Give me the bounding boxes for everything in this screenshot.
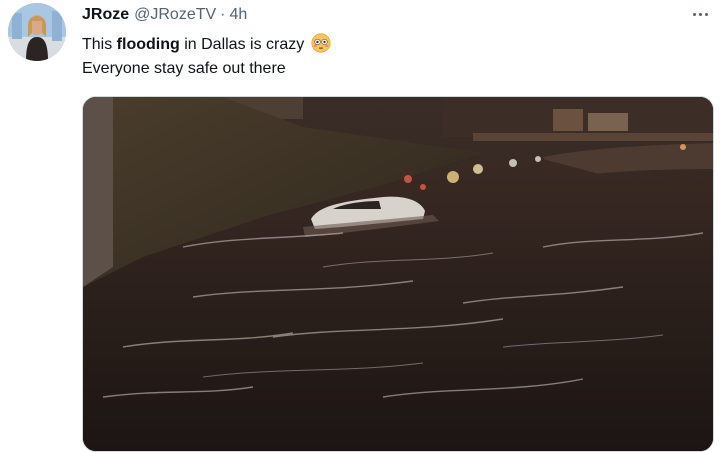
tweet-text-line-1: This flooding in Dallas is crazy <box>82 33 331 57</box>
tweet-timestamp[interactable]: 4h <box>230 6 248 24</box>
tweet-text-line-2: Everyone stay safe out there <box>82 60 286 77</box>
tweet[interactable]: JRoze @JRozeTV · 4h This flooding in Dal… <box>0 0 727 452</box>
text-bold: flooding <box>116 36 180 53</box>
more-horizontal-icon <box>691 12 709 16</box>
tweet-text: This flooding in Dallas is crazy Everyon… <box>82 33 331 81</box>
avatar[interactable] <box>8 3 66 61</box>
more-options-button[interactable] <box>687 4 713 24</box>
author-handle[interactable]: @JRozeTV <box>134 6 216 24</box>
separator-dot: · <box>220 6 226 23</box>
text-after-bold: in Dallas is crazy <box>179 36 309 53</box>
text-before-bold: This <box>82 36 117 53</box>
tweet-header: JRoze @JRozeTV · 4h <box>82 4 247 26</box>
video-thumbnail <box>83 97 713 451</box>
avatar-image <box>8 3 66 61</box>
author-display-name[interactable]: JRoze <box>82 6 129 24</box>
tweet-media-video[interactable] <box>82 96 714 452</box>
flushed-face-icon <box>311 33 331 53</box>
